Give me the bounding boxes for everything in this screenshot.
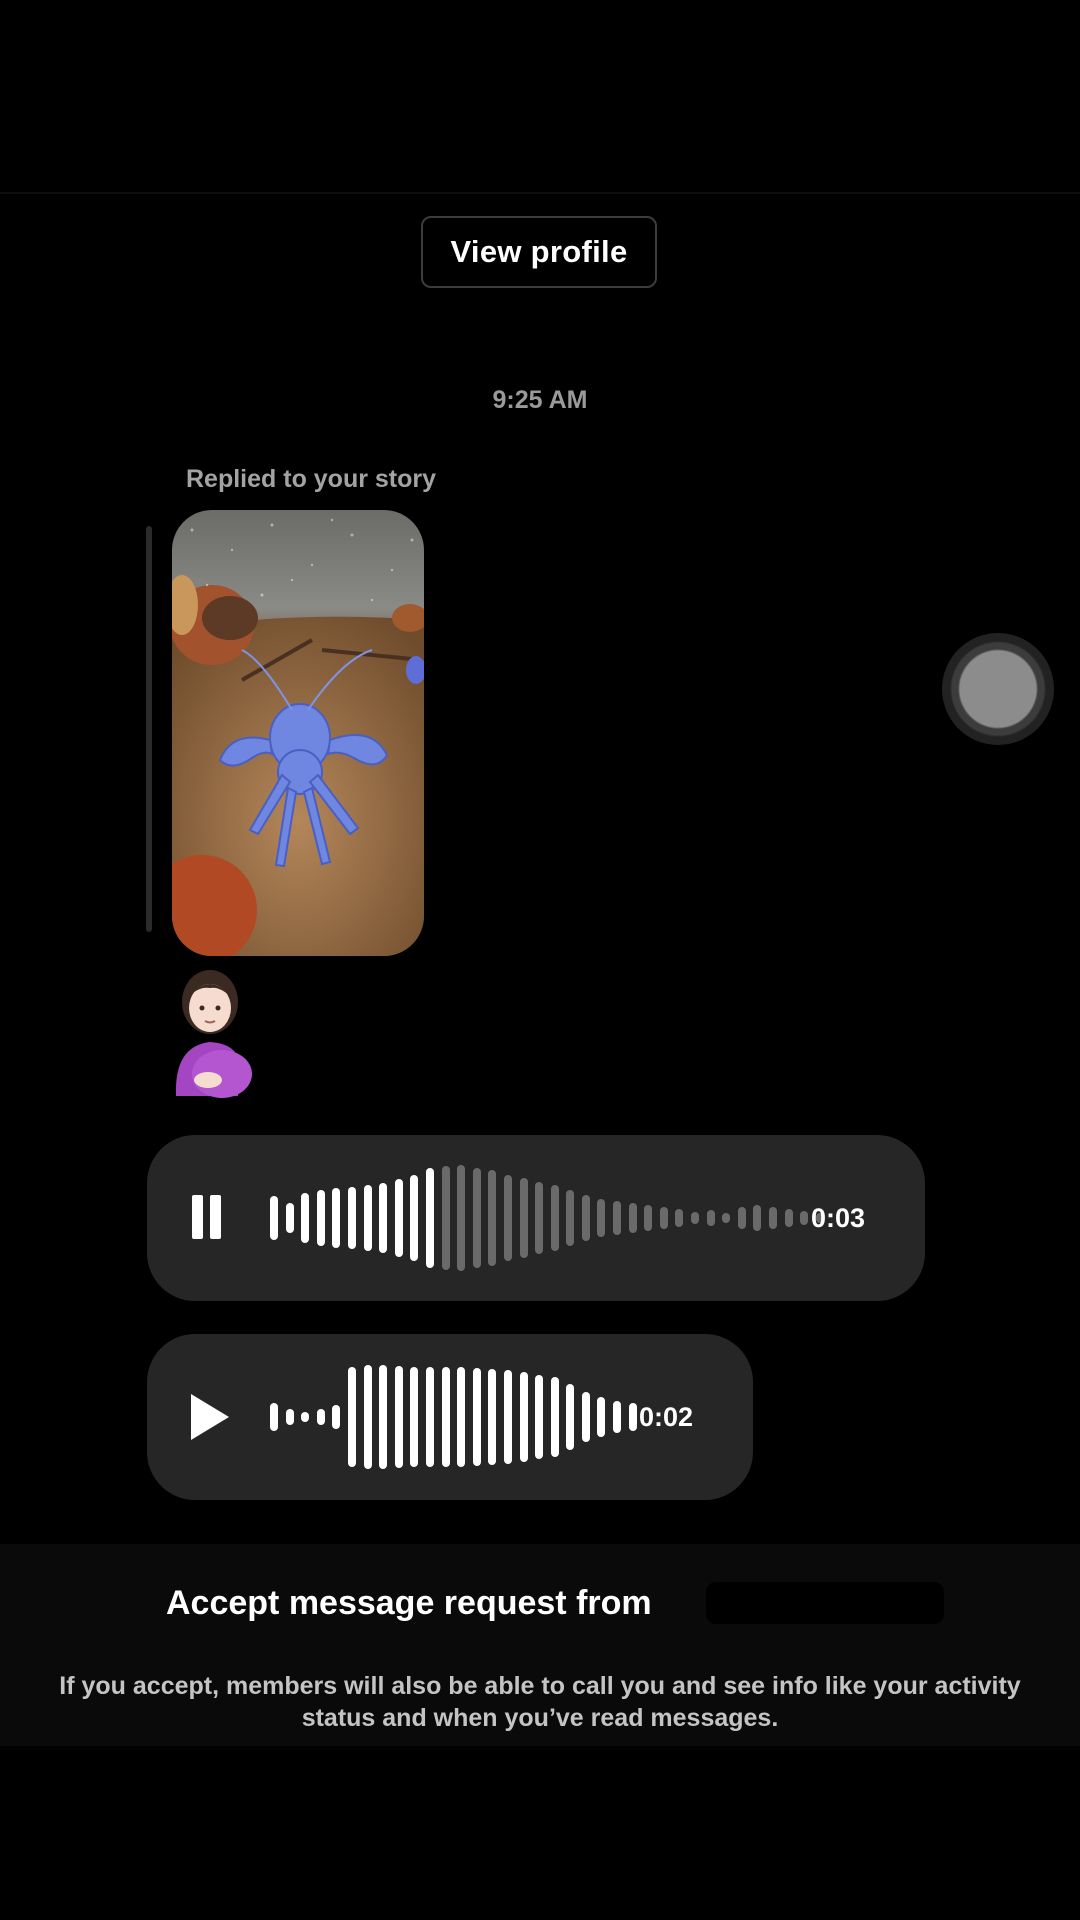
waveform-bar [628,1403,637,1431]
play-icon[interactable] [191,1394,229,1440]
waveform-bar [613,1401,622,1433]
waveform-bar [535,1182,544,1254]
waveform-bar [784,1209,793,1227]
waveform-bar [737,1207,746,1229]
waveform-bar [753,1205,762,1231]
waveform-bar [332,1405,341,1429]
waveform-bar [691,1212,700,1224]
waveform-bar [457,1367,466,1467]
waveform-bar [379,1183,388,1253]
waveform-bar [550,1377,559,1457]
waveform-bar [597,1199,606,1237]
waveform-bar [472,1368,481,1466]
pregnant-woman-emoji-icon [175,970,252,1098]
story-thumbnail[interactable] [172,510,424,956]
waveform-bar [472,1168,481,1268]
waveform-bar [488,1369,497,1465]
waveform-bar [316,1409,325,1425]
view-profile-label: View profile [450,234,628,269]
voice-message[interactable]: 0:03 [147,1135,925,1301]
waveform-bar [425,1367,434,1467]
header-divider [0,192,1080,194]
waveform-bar [363,1185,372,1251]
waveform-bar [722,1213,731,1223]
waveform-bar [347,1187,356,1249]
voice-waveform[interactable] [270,1334,644,1500]
waveform-bar [410,1367,419,1467]
waveform-bar [394,1366,403,1468]
waveform-bar [519,1178,528,1258]
message-request-title: Accept message request from [166,1584,652,1622]
waveform-bar [613,1201,622,1235]
waveform-bar [769,1207,777,1229]
waveform-bar [550,1185,559,1251]
waveform-bar [394,1179,403,1257]
reaction-emoji [168,968,258,1098]
waveform-bar [425,1168,434,1268]
waveform-bar [659,1207,668,1229]
waveform-bar [379,1365,388,1469]
waveform-bar [566,1384,575,1450]
waveform-bar [628,1203,637,1233]
waveform-bar [581,1392,590,1442]
waveform-bar [581,1195,590,1241]
floating-action-button[interactable] [942,633,1054,745]
waveform-bar [535,1375,544,1459]
waveform-bar [706,1210,715,1226]
waveform-bar [285,1409,294,1425]
message-timestamp: 9:25 AM [492,386,588,414]
view-profile-button[interactable]: View profile [421,216,657,288]
waveform-bar [363,1365,372,1469]
waveform-bar [332,1188,341,1248]
reply-indicator-bar [146,526,152,932]
waveform-bar [457,1165,466,1271]
redacted-username [706,1582,944,1624]
waveform-bar [566,1190,575,1246]
waveform-bar [503,1175,512,1261]
waveform-bar [270,1403,278,1431]
waveform-bar [347,1367,356,1467]
crayfish-image [172,510,424,956]
waveform-bar [503,1370,512,1464]
story-reply-label: Replied to your story [186,465,437,493]
waveform-bar [597,1397,606,1437]
waveform-bar [441,1367,450,1467]
voice-duration: 0:02 [639,1401,694,1432]
waveform-bar [270,1196,278,1240]
waveform-bar [301,1193,310,1243]
waveform-bar [519,1372,528,1462]
voice-waveform[interactable] [270,1135,831,1301]
waveform-bar [316,1190,325,1246]
waveform-bar [800,1211,809,1225]
voice-duration: 0:03 [811,1202,866,1233]
waveform-bar [285,1203,294,1233]
voice-message[interactable]: 0:02 [147,1334,753,1500]
message-request-description: If you accept, members will also be able… [59,1672,1021,1732]
waveform-bar [410,1175,419,1261]
waveform-bar [488,1170,497,1266]
waveform-bar [301,1412,310,1422]
pause-icon[interactable] [192,1195,224,1239]
waveform-bar [644,1205,653,1231]
waveform-bar [675,1209,684,1227]
waveform-bar [441,1166,450,1270]
